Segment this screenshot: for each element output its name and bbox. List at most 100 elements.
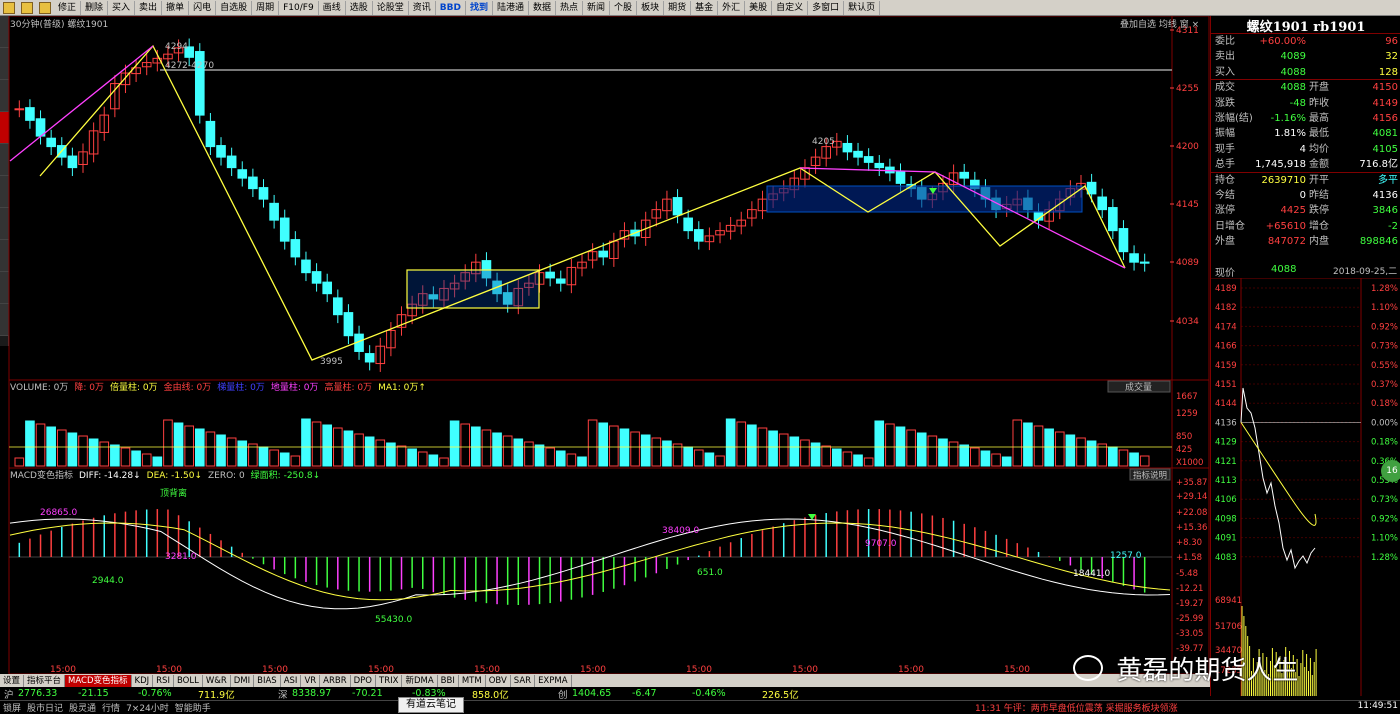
indicator-tab[interactable]: OBV [486,674,511,687]
toolbar-button[interactable]: 论股堂 [373,0,409,15]
indicator-tab[interactable]: ARBR [320,674,351,687]
quote-value: 4105 [1372,143,1398,155]
status-link[interactable]: 7×24小时 [123,701,172,714]
toolbar-button[interactable]: 买入 [108,0,136,15]
mini-price-tick: 4159 [1215,361,1237,371]
toolbar-button[interactable]: 画线 [319,0,346,15]
quote-value: 4156 [1372,113,1398,124]
indicator-tab[interactable]: 设置 [0,674,25,687]
toolbar-button[interactable]: 板块 [637,0,665,15]
status-link[interactable]: 锁屏 [0,701,24,714]
time-axis-label: 15:00 [50,665,76,674]
toolbar-button[interactable]: 陆港通 [493,0,529,15]
toolbar-button[interactable]: 期货 [664,0,692,15]
indicator-tab[interactable]: TRIX [376,674,403,687]
indicator-tab[interactable]: BBI [438,674,459,687]
news-ticker[interactable]: 11:31 午评：两市早盘低位震荡 采掘服务板块领涨 [975,701,1178,714]
toolbar-button[interactable]: 外汇 [718,0,746,15]
candle-body [343,312,354,337]
indicator-tab[interactable]: MACD变色指标 [65,674,132,687]
volume-bar [311,421,322,467]
volume-bar [534,444,545,467]
toolbar-button[interactable]: 周期 [252,0,280,15]
macd-axis-label: +22.08 [1176,508,1207,518]
volume-bar [1001,456,1012,467]
chart-tools[interactable]: 叠加自选 均线 窗 × [1120,17,1199,30]
volume-bar [471,426,481,467]
volume-bar [895,426,906,467]
toolbar-button[interactable]: 数据 [529,0,557,15]
macd-axis-label: -19.27 [1176,599,1203,609]
macd-label: 38409.0 [662,526,699,536]
toolbar-button[interactable]: 新闻 [583,0,611,15]
toolbar-button[interactable]: 找到 [466,0,493,15]
toolbar-button[interactable]: 修正 [54,0,82,15]
candle-body [1108,207,1118,232]
index-status-item: 711.9亿 [198,689,235,701]
candle-body [46,137,56,148]
index-status-item: -0.46% [692,688,726,699]
toolbar-button[interactable]: 卖出 [135,0,163,15]
volume-bar [78,435,88,467]
quote-label: 涨停 [1215,205,1235,217]
volume-bar [269,449,279,467]
quote-label: 昨收 [1309,97,1329,109]
volume-bar [35,423,46,467]
quote-value: 96 [1385,36,1398,47]
toolbar-button[interactable]: 个股 [610,0,638,15]
indicator-tab[interactable]: RSI [153,674,174,687]
kline-chart-area[interactable]: 43114255420041454089403442944272-4270399… [0,16,1210,674]
indicator-tab[interactable]: BIAS [254,674,281,687]
toolbar-button[interactable]: 基金 [691,0,719,15]
quote-label: 增仓 [1309,220,1329,232]
quote-value: 4136 [1372,190,1398,201]
indicator-tab[interactable]: MTM [459,674,486,687]
indicator-tab[interactable]: ASI [281,674,302,687]
indicator-tab[interactable]: BOLL [174,674,203,687]
indicator-tab[interactable]: 指标平台 [24,674,66,687]
indicator-tab[interactable]: 新DMA [402,674,438,687]
volume-bar [991,453,1001,467]
volume-bar [194,428,205,467]
macd-axis-label: +15.36 [1176,523,1207,533]
toolbar-icon-3-icon[interactable] [39,1,51,14]
indicator-tab[interactable]: SAR [511,674,536,687]
toolbar-button[interactable]: 选股 [346,0,373,15]
status-link[interactable]: 智能助手 [172,701,214,714]
toolbar-button[interactable]: F10/F9 [279,0,319,15]
mini-pct-tick: 0.73% [1371,495,1398,505]
toolbar-button[interactable]: 热点 [556,0,584,15]
candle-body [301,259,311,274]
toolbar-button[interactable]: 闪电 [189,0,217,15]
indicator-tab[interactable]: EXPMA [535,674,572,687]
toolbar-icon-2-icon[interactable] [21,1,33,14]
volume-bar [99,441,110,467]
status-link[interactable]: 股市日记 [24,701,66,714]
candle-body [1118,228,1129,253]
toolbar-button[interactable]: 自定义 [772,0,809,15]
toolbar-icon-1-icon[interactable] [3,1,15,14]
indicator-tab[interactable]: DMI [231,674,255,687]
indicator-tab[interactable]: VR [301,674,321,687]
indicator-tab[interactable]: DPO [351,674,377,687]
toolbar-button[interactable]: 删除 [81,0,109,15]
intraday-mini-chart[interactable]: 4189 4182 4174 4166 4159 4151 4144 4136 4129 4121… [1211,278,1400,696]
macd-axis-label: +29.14 [1176,492,1207,502]
toolbar-button[interactable]: 自选股 [216,0,253,15]
indicator-tab[interactable]: W&R [203,674,231,687]
floating-badge-button[interactable]: 16 [1381,460,1400,482]
status-link[interactable]: 股灵通 [66,701,99,714]
youdao-note-popup[interactable]: 有道云笔记 [398,697,464,713]
toolbar-button[interactable]: 默认页 [844,0,881,15]
toolbar-button[interactable]: 撤单 [162,0,190,15]
mini-pct-tick: 1.10% [1371,303,1398,313]
toolbar-button[interactable]: 资讯 [409,0,436,15]
time-axis-label: 15:00 [156,665,182,674]
status-link[interactable]: 行情 [99,701,123,714]
toolbar-button[interactable]: BBD [436,0,466,15]
quote-label: 最低 [1309,128,1329,140]
volume-bar [662,440,672,467]
indicator-tab[interactable]: KDJ [132,674,154,687]
toolbar-button[interactable]: 多窗口 [808,0,845,15]
toolbar-button[interactable]: 美股 [745,0,773,15]
